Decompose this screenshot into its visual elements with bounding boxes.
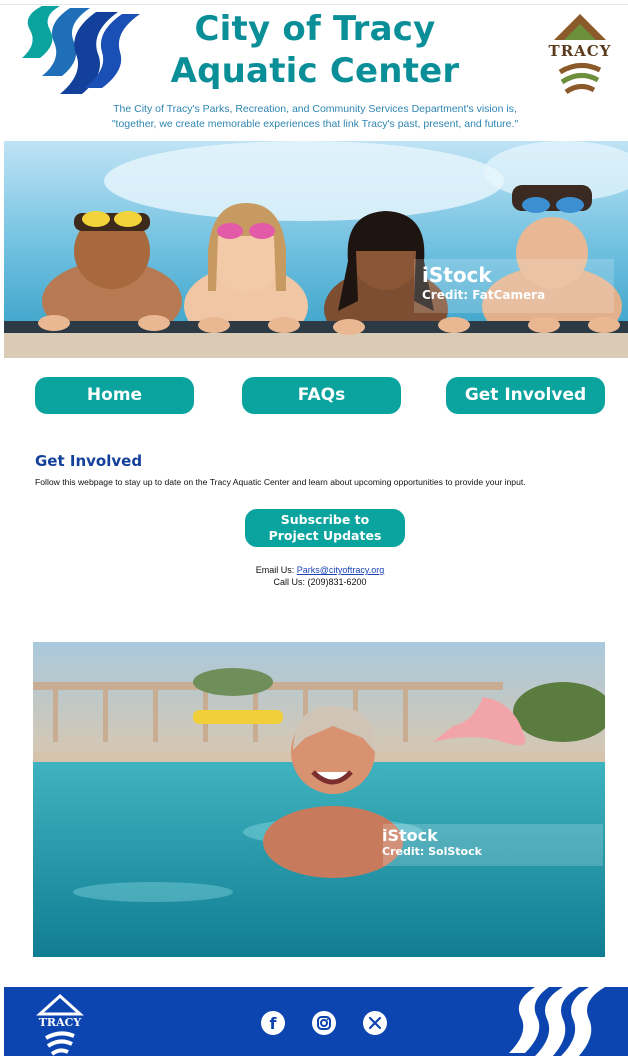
footer-logo-text: TRACY <box>38 1016 82 1029</box>
x-icon[interactable] <box>363 1011 387 1035</box>
subscribe-line-2: Project Updates <box>268 528 382 543</box>
vision-line-1: The City of Tracy's Parks, Recreation, a… <box>113 103 517 115</box>
email-label: Email Us: <box>255 565 297 575</box>
get-involved-button[interactable]: Get Involved <box>446 377 605 414</box>
instagram-icon[interactable] <box>312 1011 336 1035</box>
page-title: City of Tracy Aquatic Center <box>150 8 480 92</box>
phone-number: (209)831-6200 <box>307 577 367 587</box>
pool-credit-text: Credit: SolStock <box>382 845 482 858</box>
contact-info: Email Us: Parks@cityoftracy.org Call Us:… <box>214 564 426 588</box>
subscribe-button[interactable]: Subscribe to Project Updates <box>245 509 405 547</box>
hero-photo: iStock Credit: FatCamera <box>4 141 628 358</box>
phone-row: Call Us: (209)831-6200 <box>214 576 426 588</box>
title-line-2: Aquatic Center <box>170 51 460 91</box>
email-link[interactable]: Parks@cityoftracy.org <box>297 565 385 575</box>
pool-photo-illustration <box>33 642 605 957</box>
hero-credit: iStock Credit: FatCamera <box>422 263 545 303</box>
title-line-1: City of Tracy <box>194 9 436 49</box>
vision-statement: The City of Tracy's Parks, Recreation, a… <box>40 102 590 132</box>
pool-credit-brand: iStock <box>382 826 438 845</box>
section-description: Follow this webpage to stay up to date o… <box>35 477 526 487</box>
vision-line-2: "together, we create memorable experienc… <box>111 118 519 130</box>
tracy-logo-text: TRACY <box>548 42 612 60</box>
email-row: Email Us: Parks@cityoftracy.org <box>214 564 426 576</box>
waves-decoration <box>22 6 140 94</box>
section-heading: Get Involved <box>35 452 143 470</box>
subscribe-line-1: Subscribe to <box>280 512 370 527</box>
facebook-icon[interactable]: f <box>261 1011 285 1035</box>
hero-photo-illustration <box>4 141 628 358</box>
hero-credit-brand: iStock <box>422 263 492 287</box>
faqs-button[interactable]: FAQs <box>242 377 401 414</box>
footer-tracy-logo[interactable]: TRACY <box>30 992 90 1056</box>
footer-waves-decoration <box>509 987 605 1056</box>
pool-photo: iStock Credit: SolStock <box>33 642 605 957</box>
svg-text:f: f <box>270 1014 278 1033</box>
phone-label: Call Us: <box>273 577 308 587</box>
hero-credit-text: Credit: FatCamera <box>422 288 546 302</box>
pool-photo-credit: iStock Credit: SolStock <box>382 827 482 859</box>
tracy-logo[interactable]: TRACY <box>540 12 620 98</box>
home-button[interactable]: Home <box>35 377 194 414</box>
